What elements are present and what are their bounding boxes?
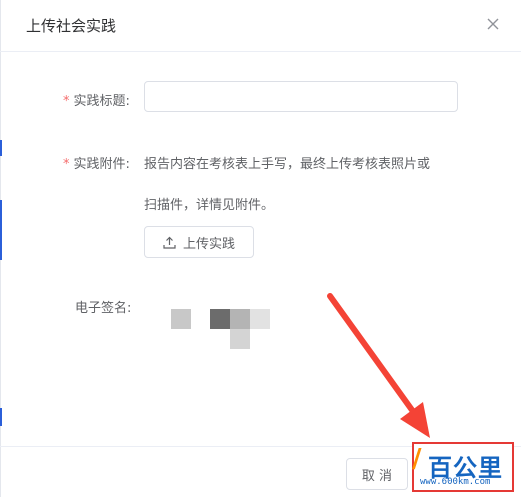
watermark-slash-mark: / [412, 444, 422, 474]
red-arrow [327, 293, 430, 438]
watermark-logo: / 百公里 www.600km.com [412, 442, 514, 492]
watermark-url: www.600km.com [420, 477, 491, 487]
